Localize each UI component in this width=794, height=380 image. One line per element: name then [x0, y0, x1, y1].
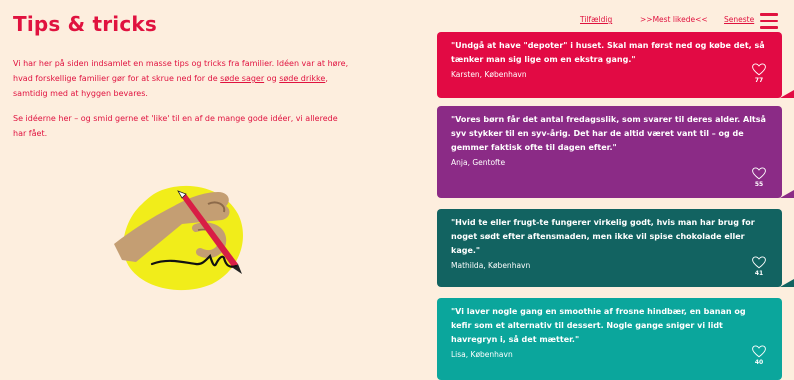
- tip-author: Mathilda, København: [451, 261, 531, 270]
- tip-author: Karsten, København: [451, 70, 527, 79]
- intro-paragraph: Vi har her på siden indsamlet en masse t…: [13, 59, 349, 98]
- like-count: 40: [754, 359, 764, 366]
- page-title: Tips & tricks: [13, 12, 158, 36]
- like-button[interactable]: 41: [751, 256, 767, 277]
- like-button[interactable]: 77: [751, 63, 767, 84]
- sort-most-liked-link[interactable]: >>Mest likede<<: [640, 15, 708, 24]
- like-count: 55: [754, 181, 764, 188]
- tip-card: "Undgå at have "depoter" i huset. Skal m…: [437, 32, 794, 98]
- sort-random-link[interactable]: Tilfældig: [580, 15, 612, 24]
- tip-card: "Hvid te eller frugt-te fungerer virkeli…: [437, 209, 794, 287]
- like-button[interactable]: 55: [751, 167, 767, 188]
- tip-quote: "Hvid te eller frugt-te fungerer virkeli…: [451, 218, 755, 255]
- tip-author: Lisa, København: [451, 350, 513, 359]
- heart-icon: [752, 63, 766, 76]
- heart-icon: [752, 345, 766, 358]
- like-count: 77: [754, 77, 764, 84]
- heart-icon: [752, 256, 766, 269]
- link-sode-drikke[interactable]: søde drikke: [279, 74, 325, 83]
- sort-latest-link[interactable]: Seneste: [724, 15, 754, 24]
- like-count: 41: [754, 270, 764, 277]
- tip-quote: "Vi laver nogle gang en smoothie af fros…: [451, 307, 746, 344]
- tip-card: "Vi laver nogle gang en smoothie af fros…: [437, 298, 782, 380]
- tip-author: Anja, Gentofte: [451, 158, 506, 167]
- like-button[interactable]: 40: [751, 345, 767, 366]
- intro-paragraph-2: Se idéerne her – og smid gerne et 'like'…: [13, 114, 338, 138]
- tip-card: "Vores børn får det antal fredagsslik, s…: [437, 106, 794, 198]
- link-sode-sager[interactable]: søde sager: [220, 74, 264, 83]
- tip-quote: "Undgå at have "depoter" i huset. Skal m…: [451, 41, 765, 64]
- hand-writing-illustration: [114, 185, 243, 291]
- tip-quote: "Vores børn får det antal fredagsslik, s…: [451, 115, 766, 152]
- menu-icon[interactable]: [760, 13, 778, 29]
- heart-icon: [752, 167, 766, 180]
